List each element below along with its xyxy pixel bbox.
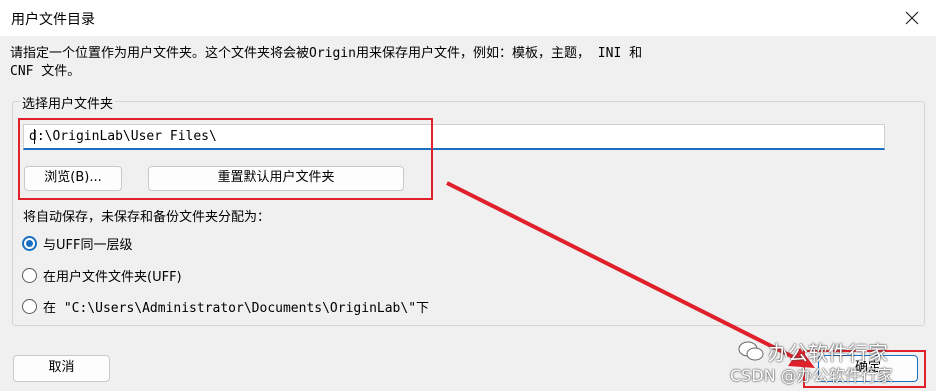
wechat-icon	[738, 341, 764, 361]
annotation-arrow	[446, 181, 815, 368]
watermark-csdn: CSDN @办公软件行家	[730, 366, 893, 385]
